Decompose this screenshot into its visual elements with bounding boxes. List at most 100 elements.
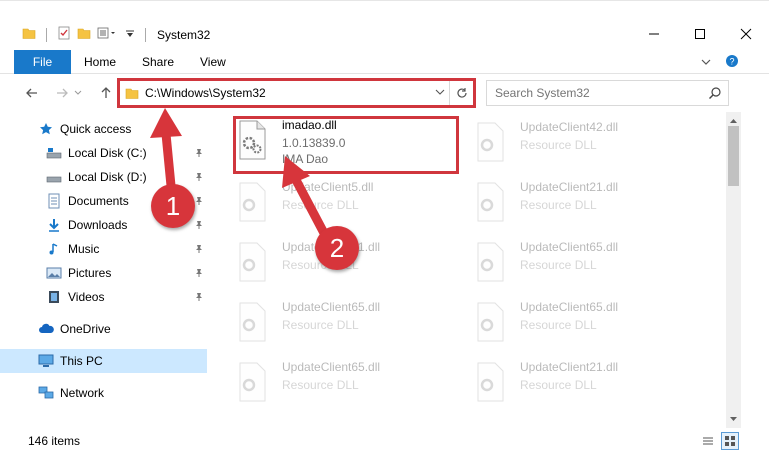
sidebar-item-videos[interactable]: Videos (0, 285, 207, 309)
sidebar-item-label: Videos (68, 290, 105, 304)
file-tile[interactable]: UpdateClient5.dll Resource DLL (224, 176, 454, 232)
ribbon-controls: ? (701, 54, 739, 71)
pin-icon[interactable] (194, 171, 204, 185)
tab-share[interactable]: Share (142, 50, 174, 74)
file-tile[interactable]: UpdateClient42.dll Resource DLL (462, 116, 692, 172)
pin-icon[interactable] (194, 147, 204, 161)
maximize-icon (695, 29, 705, 39)
sidebar-item-network[interactable]: Network (0, 381, 207, 405)
file-description: Resource DLL (520, 258, 597, 272)
ribbon-tabs: File Home Share View ? (0, 50, 769, 74)
sidebar-item-label: Quick access (60, 122, 132, 136)
tab-view[interactable]: View (200, 50, 226, 74)
dll-file-icon (239, 242, 266, 282)
file-tile[interactable]: UpdateClient65.dll Resource DLL (224, 296, 454, 352)
large-icons-view-icon (725, 436, 735, 446)
sidebar-item-this-pc[interactable]: This PC (0, 349, 207, 373)
folder-icon[interactable] (22, 26, 36, 43)
dll-file-icon (239, 362, 266, 402)
dll-file-icon (477, 362, 504, 402)
sidebar-item-label: Local Disk (C:) (68, 146, 147, 160)
new-folder-icon[interactable] (77, 26, 91, 43)
documents-icon (46, 193, 62, 209)
forward-button[interactable] (52, 83, 72, 103)
search-box[interactable] (486, 80, 729, 106)
file-name: UpdateClient65.dll (520, 300, 619, 314)
svg-text:?: ? (729, 57, 734, 67)
sidebar-item-quick-access[interactable]: Quick access (0, 117, 207, 141)
file-description: Resource DLL (520, 378, 597, 392)
file-name: UpdateClient42.dll (520, 120, 619, 134)
arrow-up-icon (101, 87, 111, 98)
sidebar-item-label: Pictures (68, 266, 112, 280)
file-tile[interactable]: UpdateClient65.dll Resource DLL (462, 296, 692, 352)
chevron-down-icon (74, 90, 82, 95)
pin-icon[interactable] (194, 219, 204, 233)
details-view-button[interactable] (699, 432, 717, 450)
sidebar-item-onedrive[interactable]: OneDrive (0, 317, 207, 341)
star-icon (38, 121, 54, 137)
chevron-down-icon[interactable] (125, 28, 135, 42)
properties-icon[interactable] (57, 26, 71, 43)
customize-toolbar-icon[interactable] (97, 26, 119, 43)
search-icon[interactable] (708, 86, 722, 103)
sidebar-item-music[interactable]: Music (0, 237, 207, 261)
maximize-button[interactable] (677, 21, 723, 47)
window-controls (631, 21, 769, 47)
sidebar-item-label: Documents (68, 194, 129, 208)
item-count: 146 items (28, 434, 81, 448)
sidebar-item-pictures[interactable]: Pictures (0, 261, 207, 285)
dll-file-icon (239, 302, 266, 342)
close-icon (740, 28, 752, 40)
up-button[interactable] (96, 83, 116, 103)
large-icons-view-button[interactable] (721, 432, 739, 450)
file-tile[interactable]: UpdateClient65.dll Resource DLL (462, 236, 692, 292)
downloads-icon (46, 217, 62, 233)
drive-icon (46, 145, 62, 161)
dll-file-icon (477, 182, 504, 222)
drive-icon (46, 169, 62, 185)
scrollbar-thumb[interactable] (728, 126, 739, 186)
callout-badge-1: 1 (151, 184, 195, 228)
help-icon[interactable]: ? (725, 54, 739, 71)
file-description: Resource DLL (520, 318, 597, 332)
minimize-icon (649, 33, 659, 35)
address-highlight-box (117, 78, 476, 108)
sidebar-item-label: This PC (60, 354, 103, 368)
close-button[interactable] (723, 21, 769, 47)
sidebar-item-label: Downloads (68, 218, 128, 232)
vertical-scrollbar[interactable] (726, 112, 741, 428)
file-highlight-box (233, 116, 459, 174)
navigation-bar: C:\Windows\System32 (0, 78, 769, 108)
file-name: UpdateClient5.dll (282, 180, 374, 194)
file-tile[interactable]: UpdateClient21.dll Resource DLL (462, 356, 692, 412)
file-name: UpdateClient65.dll (282, 300, 381, 314)
minimize-button[interactable] (631, 21, 677, 47)
pin-icon[interactable] (194, 243, 204, 257)
scroll-down-icon[interactable] (729, 412, 738, 426)
pin-icon[interactable] (194, 291, 204, 305)
sidebar-item-label: Music (68, 242, 100, 256)
details-view-icon (703, 437, 713, 445)
dll-file-icon (477, 302, 504, 342)
file-tile[interactable]: UpdateClient65.dll Resource DLL (224, 356, 454, 412)
expand-ribbon-icon[interactable] (701, 56, 711, 70)
sidebar-item-local-disk-c[interactable]: Local Disk (C:) (0, 141, 207, 165)
pin-icon[interactable] (194, 195, 204, 209)
arrow-left-icon (26, 88, 37, 98)
search-input[interactable] (487, 81, 702, 105)
back-button[interactable] (22, 83, 42, 103)
pin-icon[interactable] (194, 267, 204, 281)
file-description: Resource DLL (282, 378, 359, 392)
quick-access-toolbar (22, 26, 150, 43)
status-bar: 146 items (0, 430, 769, 452)
file-tile[interactable]: UpdateClient21.dll Resource DLL (462, 176, 692, 232)
window-title: System32 (157, 28, 211, 42)
file-tab[interactable]: File (14, 50, 71, 74)
navigation-pane: Quick access Local Disk (C:) Local Disk … (0, 112, 210, 428)
sidebar-item-label: Local Disk (D:) (68, 170, 147, 184)
recent-locations-button[interactable] (72, 83, 84, 103)
file-name: UpdateClient21.dll (520, 180, 619, 194)
tab-home[interactable]: Home (84, 50, 116, 74)
sidebar-item-label: Network (60, 386, 105, 400)
